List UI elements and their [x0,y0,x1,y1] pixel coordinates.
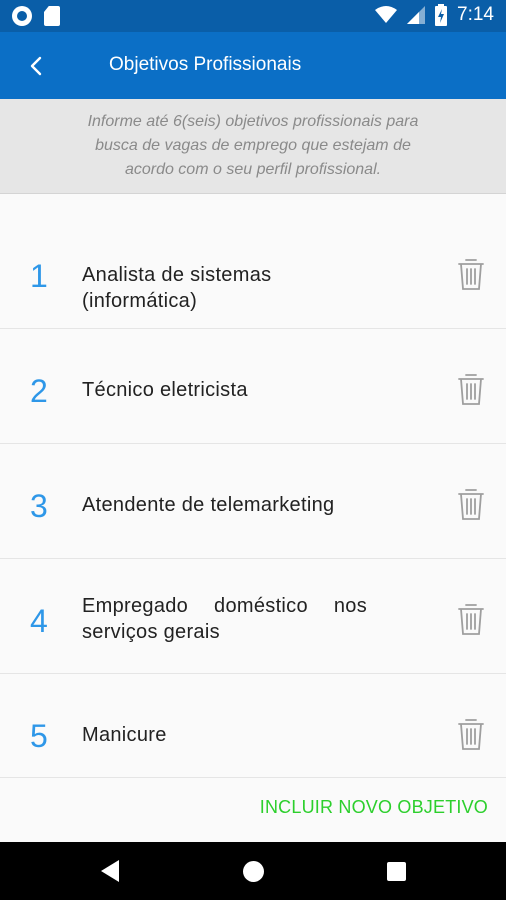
nav-back-icon[interactable] [100,859,120,883]
back-button[interactable] [20,50,52,82]
objective-number: 4 [30,603,48,639]
info-banner: Informe até 6(seis) objetivos profission… [0,99,506,194]
objective-title: Analista de sistemas (informática) [82,264,272,312]
page-title: Objetivos Profissionais [109,54,302,75]
objective-item[interactable]: 3 Atendente de telemarketing [0,444,506,559]
status-bar: 7:14 [0,0,506,32]
objective-title: Empregado doméstico nos serviços gerais [82,595,367,643]
objective-title: Atendente de telemarketing [82,494,335,516]
trash-icon[interactable] [456,371,486,407]
trash-icon[interactable] [456,256,486,292]
objective-item[interactable]: 2 Técnico eletricista [0,329,506,444]
trash-icon[interactable] [456,486,486,522]
trash-icon[interactable] [456,601,486,637]
objective-number: 3 [30,488,48,524]
info-text: Informe até 6(seis) objetivos profission… [87,113,419,178]
objective-number: 2 [30,373,48,409]
battery-charging-icon [435,4,448,26]
objective-title: Manicure [82,724,167,746]
clock-time: 7:14 [457,4,494,25]
chevron-left-icon [30,56,42,76]
app-bar: Objetivos Profissionais [0,32,506,99]
objective-number: 5 [30,718,48,754]
nav-home-icon[interactable] [243,861,264,882]
trash-icon[interactable] [456,716,486,752]
objective-title: Técnico eletricista [82,379,248,401]
sd-card-icon [44,6,60,26]
signal-icon [407,6,426,24]
nav-recents-icon[interactable] [387,862,406,881]
navigation-bar [0,842,506,900]
objective-item[interactable]: 5 Manicure [0,674,506,778]
add-objective-button[interactable]: INCLUIR NOVO OBJETIVO [260,797,488,818]
wifi-icon [375,6,398,23]
objective-number: 1 [30,258,48,294]
notification-icon [12,6,32,26]
objective-item[interactable]: 4 Empregado doméstico nos serviços gerai… [0,559,506,674]
objective-item[interactable]: 1 Analista de sistemas (informática) [0,214,506,329]
